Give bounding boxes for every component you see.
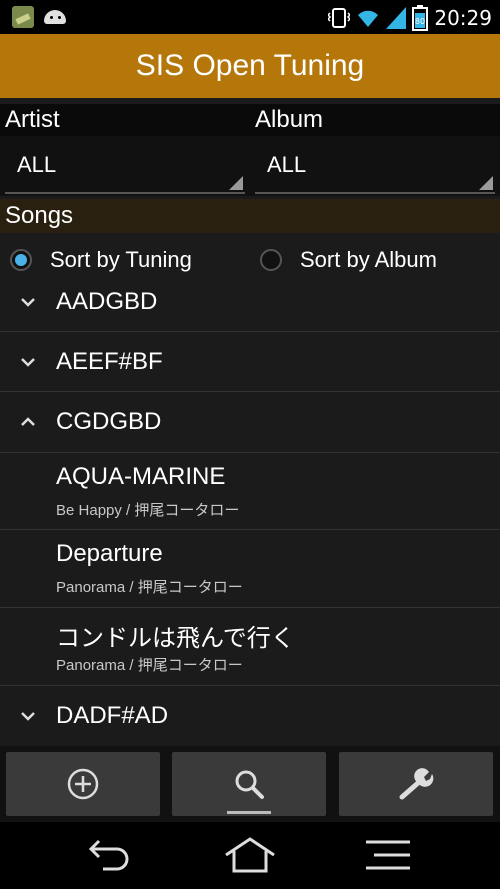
tuning-group-label: DADF#AD: [56, 702, 169, 729]
battery-level: 80: [415, 17, 425, 26]
song-list[interactable]: AADGBD AEEF#BF CGDGBD AQUA-MARINE Be Hap…: [0, 272, 500, 746]
back-icon: [88, 839, 129, 871]
wrench-icon: [399, 768, 434, 800]
signal-icon: [386, 7, 407, 29]
home-button[interactable]: [220, 832, 280, 878]
menu-icon: [366, 840, 410, 870]
add-button[interactable]: [6, 752, 160, 816]
search-icon: [235, 770, 264, 799]
wifi-icon: [358, 10, 379, 27]
chevron-up-icon: [21, 417, 35, 426]
song-subtitle: Panorama / 押尾コータロー: [56, 657, 243, 674]
home-icon: [225, 837, 275, 873]
app-notification-icon: [12, 6, 34, 28]
status-bar: 80 20:29: [0, 0, 500, 34]
song-item[interactable]: Departure Panorama / 押尾コータロー: [0, 530, 500, 608]
clock: 20:29: [434, 6, 492, 30]
add-circle-icon: [67, 768, 99, 800]
song-item[interactable]: コンドルは飛んで行く Panorama / 押尾コータロー: [0, 608, 500, 686]
menu-button[interactable]: [358, 832, 418, 878]
tuning-group-row[interactable]: CGDGBD: [0, 392, 500, 453]
album-spinner[interactable]: ALL: [255, 142, 495, 194]
radio-unselected-icon: [260, 249, 282, 271]
spinner-arrow-icon: [229, 176, 243, 190]
artist-spinner-value: ALL: [17, 152, 57, 177]
filter-spinners: ALL ALL: [0, 136, 500, 196]
songs-label: Songs: [5, 202, 74, 229]
filter-labels: Artist Album: [0, 104, 500, 136]
songs-header: Songs: [0, 199, 500, 233]
settings-button[interactable]: [339, 752, 493, 816]
song-title: コンドルは飛んで行く: [56, 625, 295, 652]
system-nav-bar: [0, 822, 500, 889]
action-bar: [0, 746, 500, 822]
system-icons: 80 20:29: [328, 5, 492, 31]
song-subtitle: Be Happy / 押尾コータロー: [56, 502, 240, 519]
tuning-group-row[interactable]: AADGBD: [0, 272, 500, 332]
spinner-arrow-icon: [479, 176, 493, 190]
sort-by-album-label: Sort by Album: [300, 247, 437, 272]
song-item[interactable]: AQUA-MARINE Be Happy / 押尾コータロー: [0, 453, 500, 530]
vibrate-icon: [328, 8, 351, 28]
artist-spinner[interactable]: ALL: [5, 142, 245, 194]
album-label: Album: [255, 106, 324, 133]
tuning-group-row[interactable]: DADF#AD: [0, 686, 500, 746]
tuning-group-row[interactable]: AEEF#BF: [0, 332, 500, 392]
song-title: Departure: [56, 540, 163, 567]
artist-label: Artist: [5, 106, 60, 133]
song-subtitle: Panorama / 押尾コータロー: [56, 579, 243, 596]
song-title: AQUA-MARINE: [56, 463, 226, 490]
app-title: SIS Open Tuning: [135, 49, 365, 82]
tuning-group-label: AADGBD: [56, 287, 158, 315]
tuning-group-label: CGDGBD: [56, 408, 162, 435]
battery-icon: 80: [412, 5, 429, 31]
app-title-bar: SIS Open Tuning: [0, 34, 500, 98]
tuning-group-label: AEEF#BF: [56, 347, 163, 375]
search-button[interactable]: [172, 752, 326, 816]
chevron-down-icon: [21, 297, 35, 307]
notification-icons: [12, 6, 68, 28]
album-spinner-value: ALL: [267, 152, 307, 177]
back-button[interactable]: [78, 832, 138, 878]
radio-selected-icon: [10, 249, 32, 271]
selected-indicator: [227, 811, 271, 814]
android-icon: [42, 6, 68, 28]
chevron-down-icon: [21, 357, 35, 367]
chevron-down-icon: [21, 712, 35, 721]
sort-by-tuning-label: Sort by Tuning: [50, 247, 192, 272]
